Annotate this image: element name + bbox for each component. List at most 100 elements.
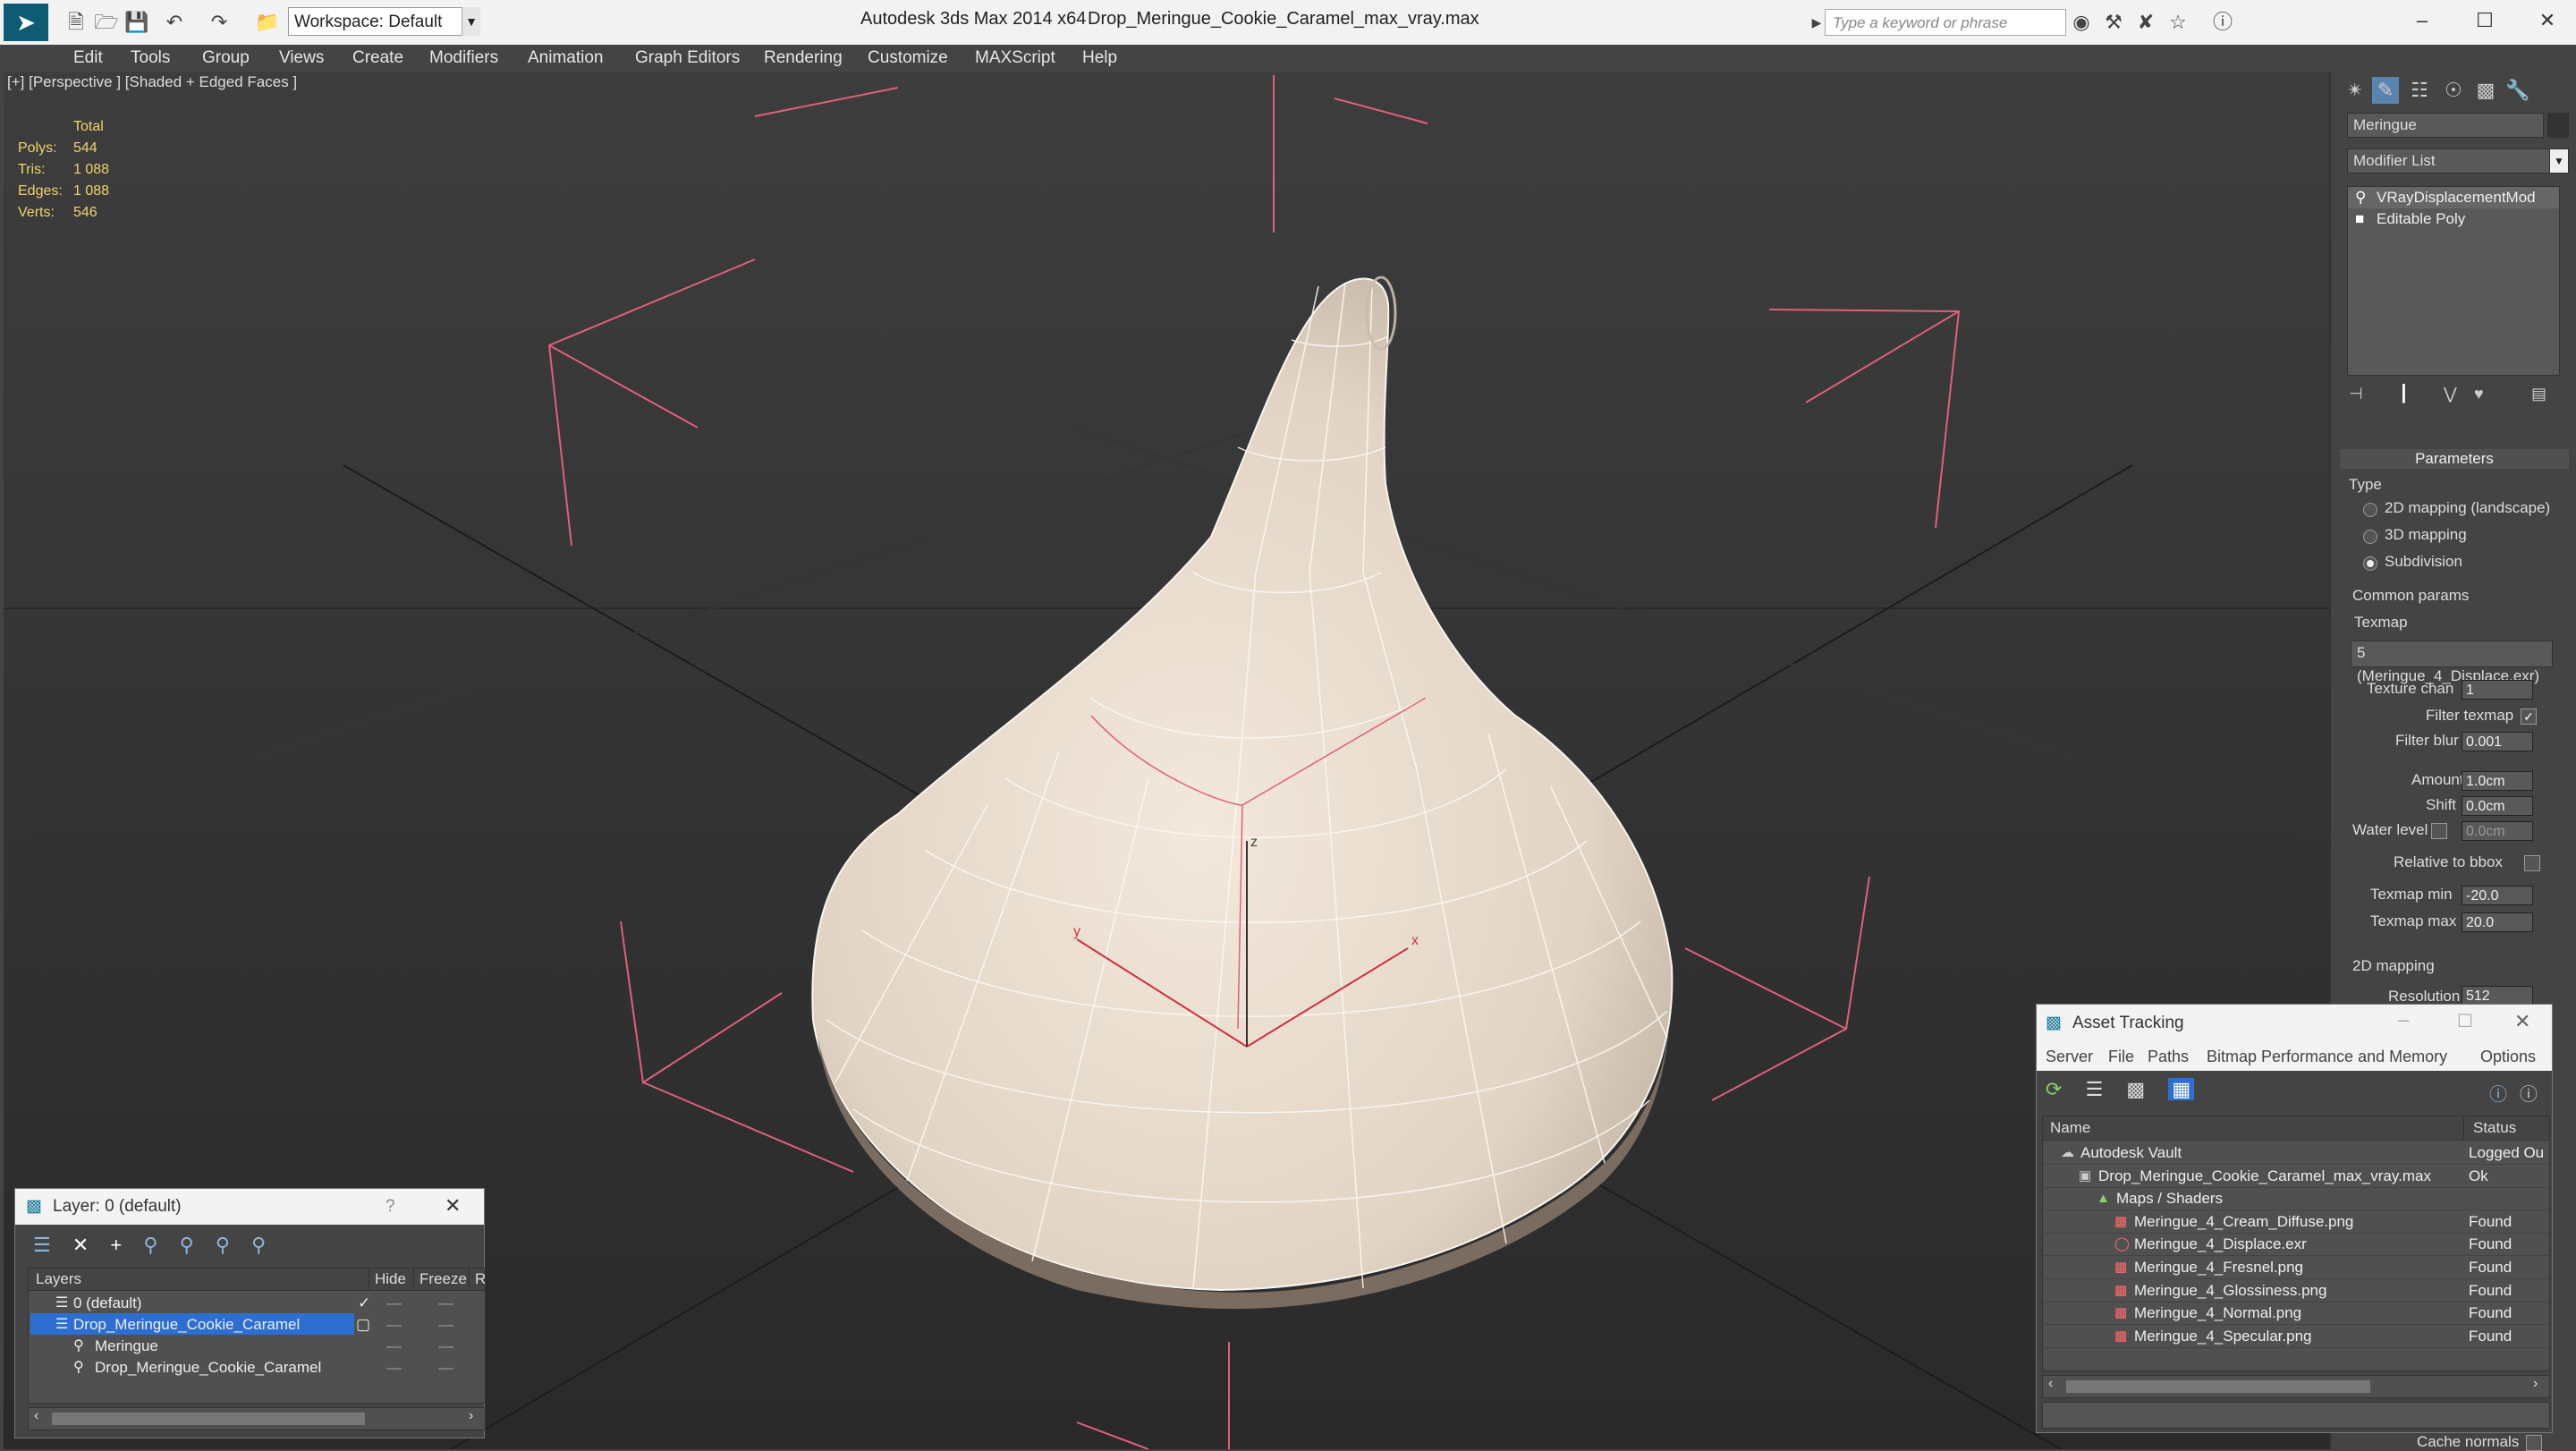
maximize-icon[interactable]: ☐ xyxy=(2457,1010,2473,1032)
scroll-thumb[interactable] xyxy=(2066,1380,2370,1393)
col-hide[interactable]: Hide xyxy=(369,1269,406,1290)
chevron-down-icon[interactable]: ▼ xyxy=(462,7,480,36)
help-icon[interactable]: ⓘ xyxy=(2489,1080,2507,1106)
close-icon[interactable]: ✕ xyxy=(2528,5,2567,36)
show-end-result-icon[interactable]: ┃ xyxy=(2399,385,2409,403)
remove-modifier-icon[interactable]: ♥ xyxy=(2474,385,2484,403)
favorites-star-icon[interactable]: ☆ xyxy=(2165,9,2191,36)
menu-help[interactable]: Help xyxy=(1082,48,1117,68)
texmap-min-spinner[interactable]: -20.0 xyxy=(2462,886,2533,905)
stack-item-editable-poly[interactable]: ■ Editable Poly xyxy=(2348,208,2559,230)
search-input[interactable]: Type a keyword or phrase xyxy=(1825,9,2066,36)
col-freeze[interactable]: Freeze xyxy=(413,1269,467,1290)
scroll-left-icon[interactable]: ‹ xyxy=(34,1408,38,1424)
close-icon[interactable]: ✕ xyxy=(445,1194,461,1218)
hide-all-icon[interactable]: ⚲ xyxy=(216,1234,230,1256)
menu-maxscript[interactable]: MAXScript xyxy=(975,48,1055,68)
help-icon[interactable]: ? xyxy=(386,1197,395,1217)
object-name-field[interactable]: Meringue xyxy=(2347,113,2544,138)
check-icon[interactable]: ✓ xyxy=(358,1292,370,1314)
texture-chan-spinner[interactable]: 1 xyxy=(2462,680,2533,700)
lightbulb-icon[interactable]: ⚲ xyxy=(2355,187,2366,208)
display-tab-icon[interactable]: ▩ xyxy=(2472,77,2499,104)
menu-graph-editors[interactable]: Graph Editors xyxy=(635,48,740,68)
tooltip-help-icon[interactable]: ⓘ xyxy=(2520,1080,2538,1106)
asset-menu-bitmap-performance[interactable]: Bitmap Performance and Memory xyxy=(2207,1048,2447,1066)
asset-row[interactable]: ▩ Meringue_4_Cream_Diffuse.png Found xyxy=(2043,1210,2549,1234)
asset-row[interactable]: ▣ Drop_Meringue_Cookie_Caramel_max_vray.m… xyxy=(2043,1165,2549,1188)
menu-customize[interactable]: Customize xyxy=(868,48,948,68)
water-level-spinner[interactable]: 0.0cm xyxy=(2462,821,2533,841)
cache-normals-checkbox[interactable] xyxy=(2526,1435,2542,1451)
thumbnail-view-icon[interactable]: ▩ xyxy=(2126,1078,2145,1100)
menu-create[interactable]: Create xyxy=(352,48,403,68)
resolution-spinner[interactable]: 512 xyxy=(2462,986,2533,1006)
configure-modifier-sets-icon[interactable]: ▤ xyxy=(2531,385,2546,403)
list-view-icon[interactable]: ☰ xyxy=(2086,1078,2104,1100)
scroll-right-icon[interactable]: › xyxy=(469,1408,473,1424)
add-layer-icon[interactable]: + xyxy=(110,1234,122,1256)
amount-spinner[interactable]: 1.0cm xyxy=(2462,771,2533,791)
modify-tab-icon[interactable]: ✎ xyxy=(2372,77,2399,104)
col-render[interactable]: R xyxy=(469,1269,486,1290)
redo-icon[interactable]: ↷ xyxy=(206,9,233,36)
freeze-all-icon[interactable]: ⚲ xyxy=(251,1234,266,1256)
layer-row[interactable]: ☰ 0 (default) ✓ — — xyxy=(29,1292,485,1314)
select-in-layer-icon[interactable]: ⚲ xyxy=(143,1234,157,1256)
texmap-button[interactable]: 5 (Meringue_4_Displace.exr) xyxy=(2351,641,2553,684)
layer-row-selected[interactable]: ☰ Drop_Meringue_Cookie_Caramel ▢ — — xyxy=(29,1313,485,1336)
parameters-rollout[interactable]: Parameters xyxy=(2340,449,2569,469)
radio-2d-mapping[interactable] xyxy=(2363,503,2377,517)
asset-path-field[interactable] xyxy=(2042,1402,2550,1429)
menu-group[interactable]: Group xyxy=(202,48,250,68)
asset-menu-paths[interactable]: Paths xyxy=(2148,1048,2189,1066)
asset-row[interactable]: ▩ Meringue_4_Glossiness.png Found xyxy=(2043,1279,2549,1303)
layer-h-scrollbar[interactable]: ‹ › xyxy=(28,1407,486,1430)
highlight-layer-icon[interactable]: ⚲ xyxy=(180,1234,194,1256)
minimize-icon[interactable]: – xyxy=(2402,5,2442,36)
binoculars-icon[interactable]: ◉ xyxy=(2068,9,2095,36)
communication-icon[interactable]: ✘ xyxy=(2132,9,2159,36)
asset-menu-server[interactable]: Server xyxy=(2046,1048,2093,1066)
modifier-list-select[interactable]: Modifier List xyxy=(2347,148,2562,174)
delete-icon[interactable]: ✕ xyxy=(72,1234,89,1256)
asset-menu-options[interactable]: Options xyxy=(2480,1048,2536,1066)
water-level-checkbox[interactable] xyxy=(2431,823,2447,839)
menu-tools[interactable]: Tools xyxy=(131,48,170,68)
utilities-tab-icon[interactable]: 🔧 xyxy=(2504,77,2531,104)
asset-h-scrollbar[interactable]: ‹ › xyxy=(2042,1375,2550,1398)
maximize-icon[interactable]: ☐ xyxy=(2465,5,2504,36)
asset-row[interactable]: ▲ Maps / Shaders xyxy=(2043,1187,2549,1211)
col-name[interactable]: Name xyxy=(2050,1116,2090,1140)
asset-row[interactable]: ▩ Meringue_4_Fresnel.png Found xyxy=(2043,1256,2549,1279)
make-unique-icon[interactable]: ⋁ xyxy=(2444,385,2457,403)
new-file-icon[interactable]: 🗎 xyxy=(63,9,89,36)
scroll-right-icon[interactable]: › xyxy=(2533,1376,2538,1392)
expand-plus-icon[interactable]: ■ xyxy=(2355,208,2364,230)
open-file-icon[interactable]: 🗁 xyxy=(93,9,120,36)
create-tab-icon[interactable]: ✴ xyxy=(2342,77,2368,104)
stack-item-vraydisplacement[interactable]: ⚲ VRayDisplacementMod xyxy=(2348,187,2559,208)
menu-modifiers[interactable]: Modifiers xyxy=(429,48,498,68)
radio-3d-mapping[interactable] xyxy=(2363,530,2377,544)
pin-stack-icon[interactable]: ⊣ xyxy=(2349,385,2363,403)
minimize-icon[interactable]: – xyxy=(2398,1008,2409,1031)
asset-row[interactable]: ☁ Autodesk Vault Logged Ou xyxy=(2043,1141,2549,1165)
object-color-swatch[interactable] xyxy=(2547,113,2569,138)
scroll-thumb[interactable] xyxy=(52,1413,365,1425)
app-logo-icon[interactable]: ➤ xyxy=(4,4,48,41)
help-icon[interactable]: ⓘ xyxy=(2209,9,2236,36)
filter-blur-spinner[interactable]: 0.001 xyxy=(2462,732,2533,751)
layer-manager-icon[interactable]: ☰ xyxy=(33,1234,51,1256)
table-view-icon[interactable]: ▦ xyxy=(2168,1078,2195,1100)
col-layers[interactable]: Layers xyxy=(36,1269,81,1290)
project-folder-icon[interactable]: 📁 xyxy=(254,9,281,36)
asset-row[interactable]: ▩ Meringue_4_Normal.png Found xyxy=(2043,1302,2549,1326)
undo-icon[interactable]: ↶ xyxy=(161,9,188,36)
viewport-label[interactable]: [+] [Perspective ] [Shaded + Edged Faces… xyxy=(7,73,297,91)
texmap-max-spinner[interactable]: 20.0 xyxy=(2462,912,2533,932)
asset-row[interactable]: ▩ Meringue_4_Specular.png Found xyxy=(2043,1325,2549,1348)
menu-animation[interactable]: Animation xyxy=(528,48,604,68)
col-status[interactable]: Status xyxy=(2463,1116,2516,1140)
hierarchy-tab-icon[interactable]: ☷ xyxy=(2406,77,2433,104)
